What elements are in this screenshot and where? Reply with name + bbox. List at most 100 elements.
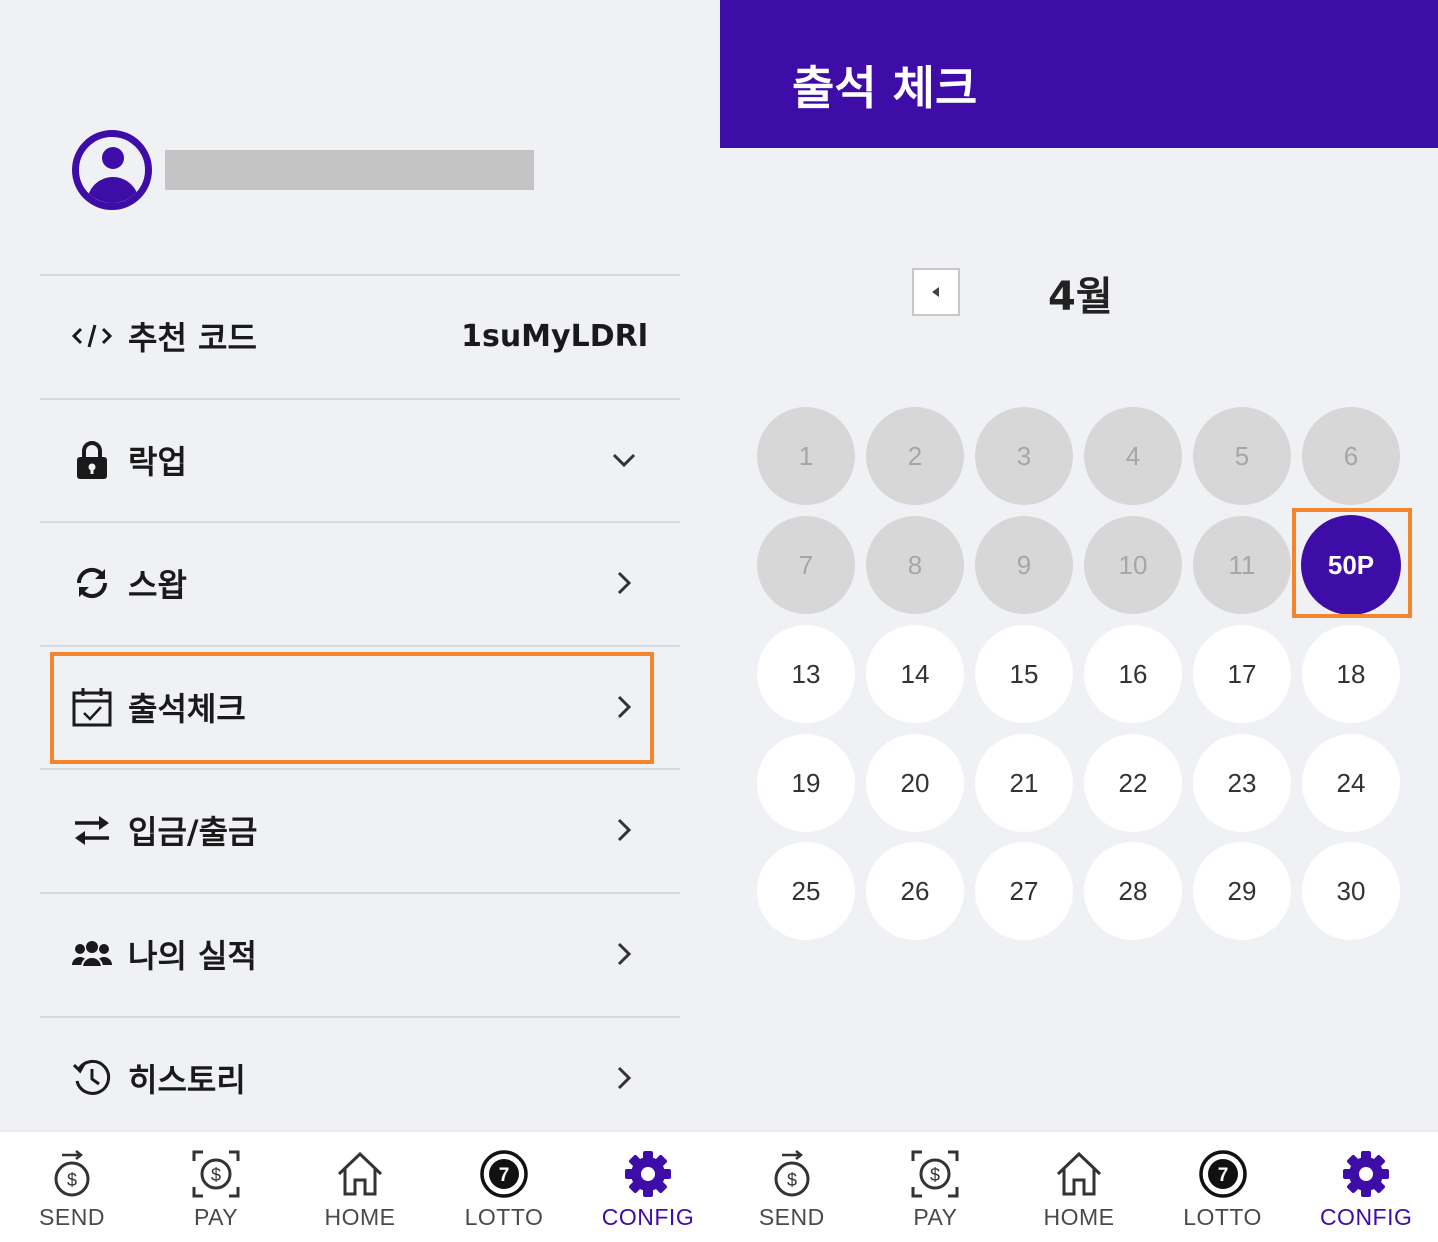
send-money-icon: $ bbox=[44, 1146, 100, 1202]
attendance-highlight-box bbox=[50, 652, 654, 764]
menu-item-swap[interactable]: 스왑 bbox=[40, 523, 680, 643]
chevron-right-icon[interactable] bbox=[612, 1066, 636, 1090]
nav-label: LOTTO bbox=[1183, 1204, 1262, 1230]
svg-text:$: $ bbox=[787, 1170, 797, 1190]
history-icon bbox=[70, 1056, 114, 1100]
nav-config[interactable]: CONFIG bbox=[1294, 1132, 1438, 1242]
group-icon bbox=[70, 932, 114, 976]
day-circle[interactable]: 11 bbox=[1193, 516, 1291, 614]
menu-item-my-performance[interactable]: 나의 실적 bbox=[40, 894, 680, 1014]
nav-label: CONFIG bbox=[601, 1204, 695, 1230]
day-circle[interactable]: 21 bbox=[975, 734, 1073, 832]
code-icon bbox=[70, 314, 114, 358]
nav-label: HOME bbox=[324, 1204, 396, 1230]
nav-label: LOTTO bbox=[464, 1204, 544, 1230]
day-circle[interactable]: 1 bbox=[757, 407, 855, 505]
day-circle[interactable]: 5 bbox=[1193, 407, 1291, 505]
swap-icon bbox=[70, 561, 114, 605]
caret-left-icon bbox=[932, 287, 939, 297]
attendance-panel: 출석 체크 4월 1 2 3 4 5 6 7 8 9 10 11 50P 13 14 15 16 17 18 19 2… bbox=[720, 0, 1438, 1242]
nav-label: PAY bbox=[193, 1204, 239, 1230]
chevron-right-icon[interactable] bbox=[612, 571, 636, 595]
day-circle[interactable]: 29 bbox=[1193, 842, 1291, 940]
menu-item-deposit-withdraw[interactable]: 입금/출금 bbox=[40, 770, 680, 890]
day-circle[interactable]: 19 bbox=[757, 734, 855, 832]
nav-home[interactable]: HOME bbox=[288, 1132, 432, 1242]
bottom-nav-bar: $ SEND $ PAY HOME 7 LOTTO CONFIG bbox=[0, 1132, 720, 1242]
day-circle[interactable]: 15 bbox=[975, 625, 1073, 723]
chevron-down-icon[interactable] bbox=[612, 448, 636, 472]
pay-scan-icon: $ bbox=[188, 1146, 244, 1202]
username-redacted bbox=[165, 150, 534, 190]
gear-icon bbox=[620, 1146, 676, 1202]
page-header: 출석 체크 bbox=[720, 0, 1438, 148]
day-circle[interactable]: 23 bbox=[1193, 734, 1291, 832]
nav-lotto[interactable]: 7 LOTTO bbox=[1151, 1132, 1295, 1242]
send-money-icon: $ bbox=[764, 1146, 820, 1202]
lotto-ball-icon: 7 bbox=[476, 1146, 532, 1202]
nav-pay[interactable]: $ PAY bbox=[864, 1132, 1008, 1242]
day-circle[interactable]: 25 bbox=[757, 842, 855, 940]
svg-text:$: $ bbox=[930, 1165, 940, 1185]
menu-item-history[interactable]: 히스토리 bbox=[40, 1018, 680, 1138]
menu-label: 입금/출금 bbox=[128, 813, 258, 851]
chevron-right-icon[interactable] bbox=[612, 818, 636, 842]
day-circle[interactable]: 14 bbox=[866, 625, 964, 723]
menu-item-lockup[interactable]: 락업 bbox=[40, 400, 680, 520]
day-circle[interactable]: 13 bbox=[757, 625, 855, 723]
lock-icon bbox=[70, 438, 114, 482]
nav-label: SEND bbox=[39, 1204, 105, 1230]
menu-label: 스왑 bbox=[128, 566, 187, 604]
menu-label: 추천 코드 bbox=[128, 319, 257, 357]
lotto-ball-icon: 7 bbox=[1195, 1146, 1251, 1202]
gear-icon bbox=[1338, 1146, 1394, 1202]
day-circle[interactable]: 18 bbox=[1302, 625, 1400, 723]
chevron-right-icon[interactable] bbox=[612, 942, 636, 966]
nav-lotto[interactable]: 7 LOTTO bbox=[432, 1132, 576, 1242]
day-circle[interactable]: 16 bbox=[1084, 625, 1182, 723]
nav-label: PAY bbox=[913, 1204, 958, 1230]
day-circle[interactable]: 6 bbox=[1302, 407, 1400, 505]
day-circle[interactable]: 4 bbox=[1084, 407, 1182, 505]
pay-scan-icon: $ bbox=[907, 1146, 963, 1202]
avatar-icon[interactable] bbox=[72, 130, 152, 210]
transfer-icon bbox=[70, 808, 114, 852]
day-circle[interactable]: 28 bbox=[1084, 842, 1182, 940]
menu-label: 나의 실적 bbox=[128, 937, 257, 975]
day-circle[interactable]: 8 bbox=[866, 516, 964, 614]
menu-label: 락업 bbox=[128, 443, 187, 481]
day-circle[interactable]: 20 bbox=[866, 734, 964, 832]
nav-config[interactable]: CONFIG bbox=[576, 1132, 720, 1242]
nav-send[interactable]: $ SEND bbox=[720, 1132, 864, 1242]
svg-text:$: $ bbox=[67, 1170, 77, 1190]
nav-label: HOME bbox=[1043, 1204, 1115, 1230]
day-circle[interactable]: 26 bbox=[866, 842, 964, 940]
nav-send[interactable]: $ SEND bbox=[0, 1132, 144, 1242]
settings-panel: 추천 코드 1suMyLDRl 락업 스왑 출석체크 입금/출금 나의 실적 히… bbox=[0, 0, 720, 1242]
month-label: 4월 bbox=[1048, 274, 1113, 320]
nav-label: CONFIG bbox=[1319, 1204, 1413, 1230]
menu-item-referral-code[interactable]: 추천 코드 1suMyLDRl bbox=[40, 276, 680, 396]
day-circle[interactable]: 7 bbox=[757, 516, 855, 614]
home-icon bbox=[332, 1146, 388, 1202]
day-circle[interactable]: 10 bbox=[1084, 516, 1182, 614]
day-circle[interactable]: 17 bbox=[1193, 625, 1291, 723]
page-title: 출석 체크 bbox=[792, 61, 978, 115]
referral-code-value[interactable]: 1suMyLDRl bbox=[461, 319, 648, 354]
day-circle[interactable]: 22 bbox=[1084, 734, 1182, 832]
day-circle[interactable]: 9 bbox=[975, 516, 1073, 614]
day-circle[interactable]: 3 bbox=[975, 407, 1073, 505]
prev-month-button[interactable] bbox=[912, 268, 960, 316]
day-circle[interactable]: 2 bbox=[866, 407, 964, 505]
bottom-nav-bar: $ SEND $ PAY HOME 7 LOTTO CONFIG bbox=[720, 1132, 1438, 1242]
nav-label: SEND bbox=[758, 1204, 825, 1230]
svg-text:$: $ bbox=[211, 1165, 221, 1185]
day-circle[interactable]: 30 bbox=[1302, 842, 1400, 940]
nav-pay[interactable]: $ PAY bbox=[144, 1132, 288, 1242]
menu-label: 히스토리 bbox=[128, 1061, 246, 1099]
today-highlight-box bbox=[1292, 508, 1412, 618]
day-circle[interactable]: 27 bbox=[975, 842, 1073, 940]
nav-home[interactable]: HOME bbox=[1007, 1132, 1151, 1242]
day-circle[interactable]: 24 bbox=[1302, 734, 1400, 832]
svg-text:7: 7 bbox=[1217, 1165, 1228, 1186]
